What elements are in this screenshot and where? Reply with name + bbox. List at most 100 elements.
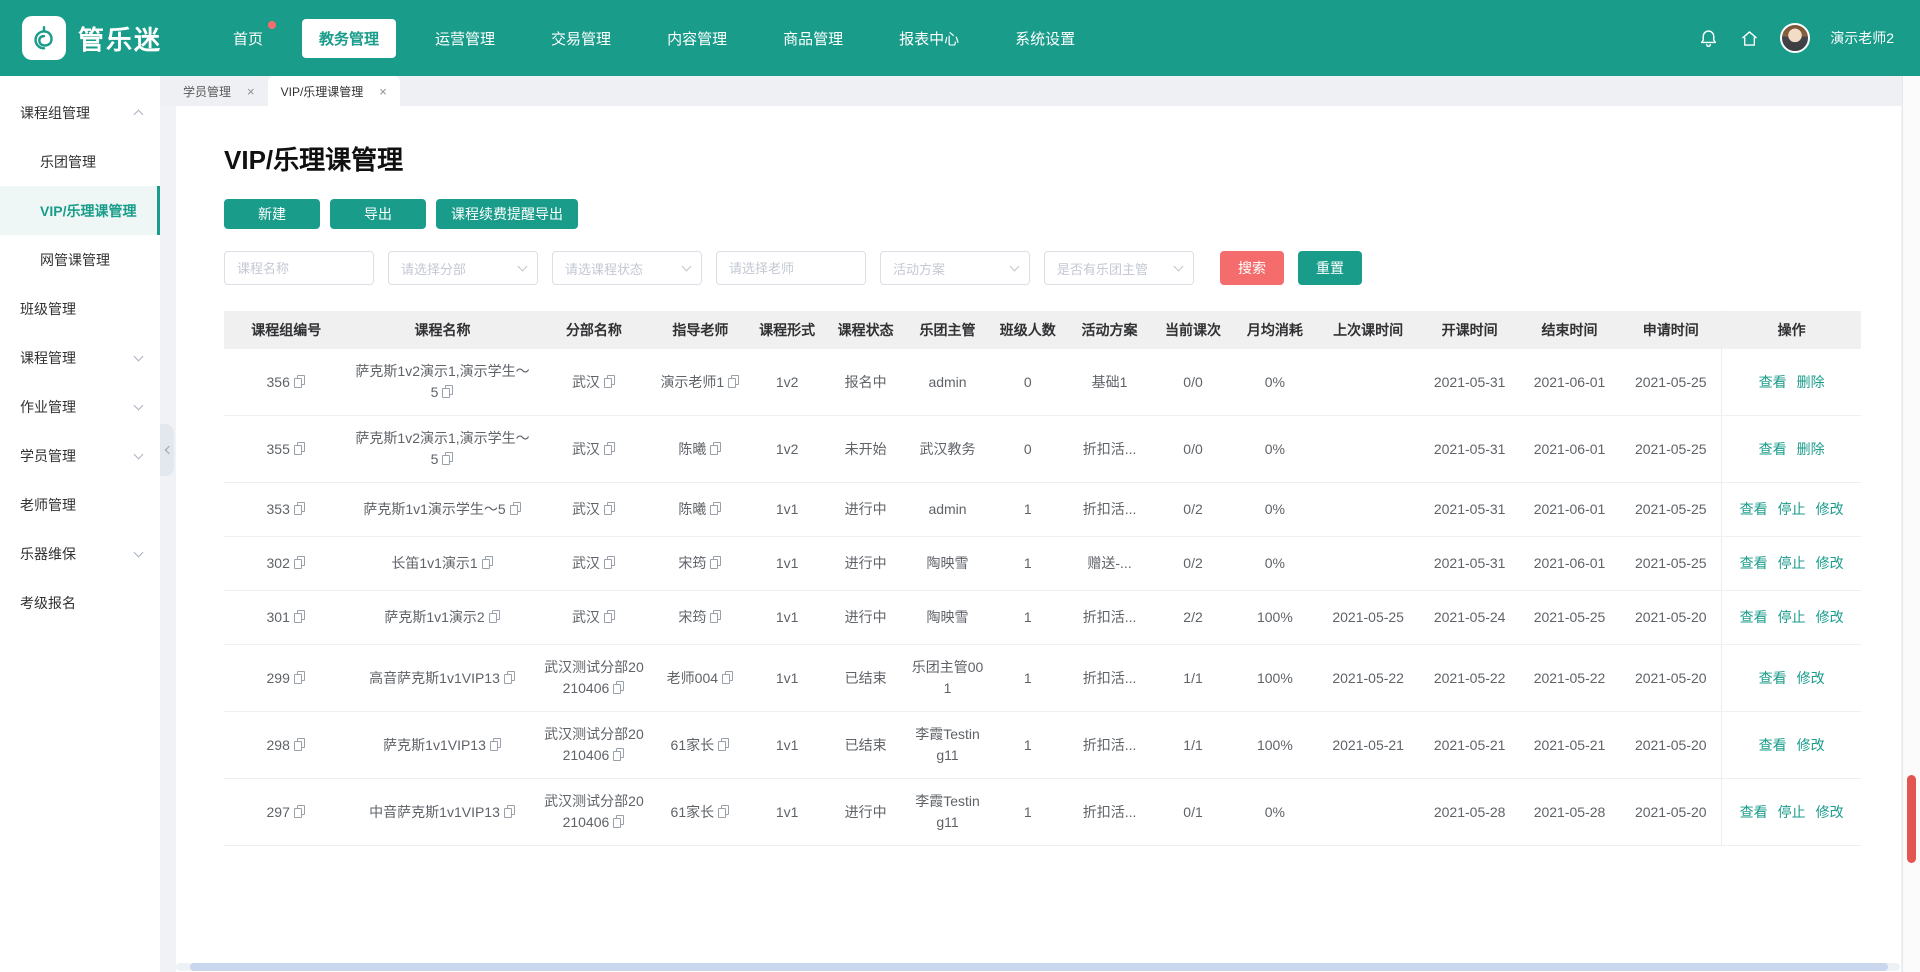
copy-icon[interactable]	[481, 556, 494, 569]
tab-close-icon[interactable]: ×	[379, 85, 387, 98]
copy-icon[interactable]	[710, 441, 722, 455]
sidebar-item-exam-registration[interactable]: 考级报名	[0, 578, 160, 627]
notification-bell-icon[interactable]	[1698, 28, 1719, 49]
sidebar-item-student-mgmt[interactable]: 学员管理	[0, 431, 160, 480]
horizontal-scrollbar-thumb[interactable]	[190, 963, 1888, 971]
copy-icon[interactable]	[710, 610, 722, 623]
sidebar-collapse-handle[interactable]	[160, 424, 174, 476]
band-manager-select[interactable]: 是否有乐团主管	[1044, 251, 1194, 285]
copy-icon[interactable]	[603, 374, 616, 388]
stop-link[interactable]: 停止	[1778, 555, 1806, 571]
nav-item-operations[interactable]: 运营管理	[418, 19, 512, 58]
vertical-scrollbar[interactable]	[1902, 76, 1920, 972]
copy-icon[interactable]	[293, 670, 306, 684]
sidebar-item-teacher-mgmt[interactable]: 老师管理	[0, 480, 160, 529]
sidebar-item-vip-course-mgmt[interactable]: VIP/乐理课管理	[0, 186, 160, 235]
nav-item-home[interactable]: 首页	[216, 19, 280, 58]
view-link[interactable]: 查看	[1740, 555, 1768, 571]
renewal-reminder-export-button[interactable]: 课程续费提醒导出	[436, 199, 578, 229]
copy-icon[interactable]	[722, 670, 734, 684]
course-name-input[interactable]	[224, 251, 374, 285]
copy-icon[interactable]	[718, 737, 730, 751]
stop-link[interactable]: 停止	[1778, 501, 1806, 517]
copy-icon[interactable]	[442, 385, 454, 398]
edit-link[interactable]: 修改	[1816, 804, 1844, 820]
sidebar-item-web-course-mgmt[interactable]: 网管课管理	[0, 235, 160, 284]
cell-value: 2021-05-22	[1332, 669, 1404, 686]
horizontal-scrollbar[interactable]	[176, 963, 1900, 971]
copy-icon[interactable]	[293, 737, 306, 751]
logo[interactable]: 管乐迷	[22, 16, 210, 60]
delete-link[interactable]: 删除	[1797, 374, 1825, 390]
export-button[interactable]: 导出	[330, 199, 426, 229]
sidebar-item-course-group-mgmt[interactable]: 课程组管理	[0, 88, 160, 137]
copy-icon[interactable]	[613, 748, 625, 761]
copy-icon[interactable]	[503, 670, 516, 684]
copy-icon[interactable]	[293, 610, 306, 623]
edit-link[interactable]: 修改	[1816, 555, 1844, 571]
sidebar-item-course-mgmt[interactable]: 课程管理	[0, 333, 160, 382]
tab-close-icon[interactable]: ×	[247, 85, 255, 98]
copy-icon[interactable]	[503, 804, 516, 818]
copy-icon[interactable]	[293, 502, 306, 515]
view-link[interactable]: 查看	[1759, 374, 1787, 390]
avatar[interactable]	[1780, 23, 1811, 53]
view-link[interactable]: 查看	[1759, 737, 1787, 753]
reset-button[interactable]: 重置	[1298, 251, 1362, 285]
sidebar-item-class-mgmt[interactable]: 班级管理	[0, 284, 160, 333]
edit-link[interactable]: 修改	[1797, 737, 1825, 753]
copy-icon[interactable]	[293, 804, 306, 818]
copy-icon[interactable]	[509, 502, 522, 515]
copy-icon[interactable]	[488, 610, 501, 623]
stop-link[interactable]: 停止	[1778, 804, 1806, 820]
copy-icon[interactable]	[293, 374, 306, 388]
copy-icon[interactable]	[293, 441, 306, 455]
course-status-select[interactable]: 请选课程状态	[552, 251, 702, 285]
create-button[interactable]: 新建	[224, 199, 320, 229]
copy-icon[interactable]	[718, 804, 730, 818]
edit-link[interactable]: 修改	[1816, 609, 1844, 625]
teacher-input[interactable]	[716, 251, 866, 285]
copy-icon[interactable]	[710, 502, 722, 515]
cell-activity: 基础1	[1067, 349, 1153, 416]
copy-icon[interactable]	[603, 610, 616, 623]
view-link[interactable]: 查看	[1759, 670, 1787, 686]
nav-item-academic[interactable]: 教务管理	[302, 18, 397, 58]
copy-icon[interactable]	[603, 441, 616, 455]
tab-vip-course-mgmt[interactable]: VIP/乐理课管理 ×	[267, 76, 400, 106]
copy-icon[interactable]	[710, 556, 722, 569]
sidebar-item-band-mgmt[interactable]: 乐团管理	[0, 137, 160, 186]
copy-icon[interactable]	[613, 681, 625, 694]
vertical-scrollbar-thumb[interactable]	[1907, 775, 1916, 863]
copy-icon[interactable]	[603, 502, 616, 515]
copy-icon[interactable]	[442, 452, 454, 465]
nav-item-system[interactable]: 系统设置	[998, 19, 1092, 58]
copy-icon[interactable]	[613, 815, 625, 828]
copy-icon[interactable]	[489, 737, 502, 751]
activity-plan-select[interactable]: 活动方案	[880, 251, 1030, 285]
user-name[interactable]: 演示老师2	[1830, 28, 1894, 48]
cell-id: 301	[224, 590, 349, 645]
nav-item-goods[interactable]: 商品管理	[766, 19, 860, 58]
stop-link[interactable]: 停止	[1778, 609, 1806, 625]
view-link[interactable]: 查看	[1740, 501, 1768, 517]
copy-icon[interactable]	[728, 374, 740, 388]
home-icon[interactable]	[1739, 28, 1760, 49]
view-link[interactable]: 查看	[1740, 804, 1768, 820]
tab-student-mgmt[interactable]: 学员管理 ×	[170, 76, 268, 106]
delete-link[interactable]: 删除	[1797, 441, 1825, 457]
view-link[interactable]: 查看	[1740, 609, 1768, 625]
nav-item-trade[interactable]: 交易管理	[534, 19, 628, 58]
view-link[interactable]: 查看	[1759, 441, 1787, 457]
branch-select[interactable]: 请选择分部	[388, 251, 538, 285]
search-button[interactable]: 搜索	[1220, 251, 1284, 285]
cell-monthly: 0%	[1233, 482, 1316, 537]
sidebar-item-instrument-maintenance[interactable]: 乐器维保	[0, 529, 160, 578]
copy-icon[interactable]	[293, 556, 306, 569]
edit-link[interactable]: 修改	[1797, 670, 1825, 686]
nav-item-reports[interactable]: 报表中心	[882, 19, 976, 58]
copy-icon[interactable]	[603, 556, 616, 569]
sidebar-item-homework-mgmt[interactable]: 作业管理	[0, 382, 160, 431]
nav-item-content[interactable]: 内容管理	[650, 19, 744, 58]
edit-link[interactable]: 修改	[1816, 501, 1844, 517]
